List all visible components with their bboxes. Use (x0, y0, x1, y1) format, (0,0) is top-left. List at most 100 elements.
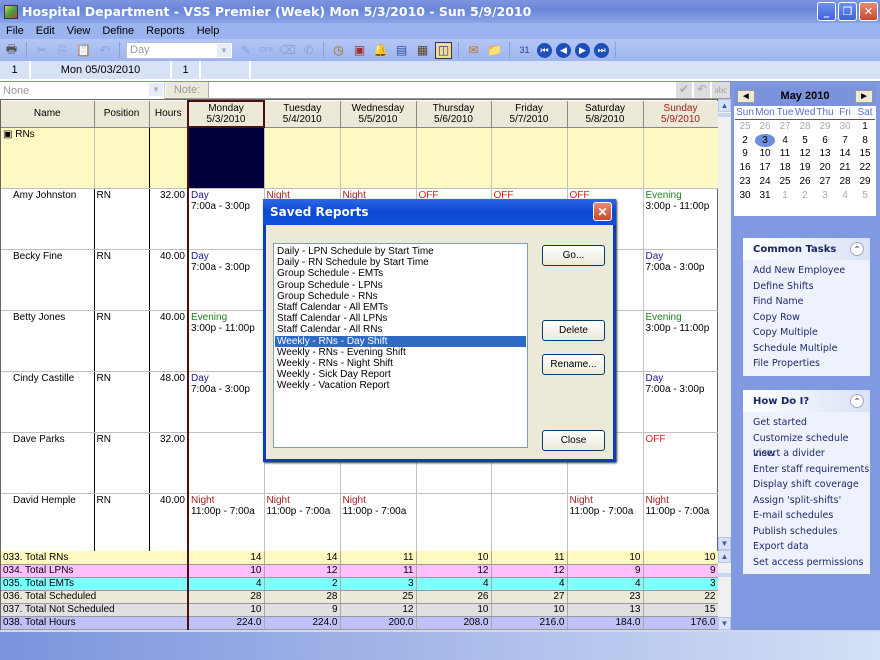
calendar-day[interactable]: 12 (795, 147, 815, 161)
employee-hours[interactable]: 40.00 (149, 310, 189, 372)
shift-cell[interactable]: Evening 3:00p - 11:00p (643, 310, 719, 372)
report-item[interactable]: Daily - LPN Schedule by Start Time (275, 246, 526, 257)
calendar-day[interactable]: 29 (855, 175, 875, 189)
calendar-day[interactable]: 17 (755, 161, 775, 175)
calendar-day[interactable]: 2 (795, 189, 815, 203)
report-item[interactable]: Weekly - RNs - Evening Shift (275, 347, 526, 358)
how-do-i-link[interactable]: Customize schedule view (753, 431, 870, 460)
folder-icon[interactable]: 📁 (486, 42, 503, 59)
employee-hours[interactable]: 48.00 (149, 371, 189, 433)
day-header[interactable]: Tuesday 5/4/2010 (264, 101, 341, 128)
calendar-day[interactable]: 13 (815, 147, 835, 161)
calendar-day[interactable]: 25 (775, 175, 795, 189)
how-do-i-link[interactable]: Display shift coverage (753, 477, 870, 493)
calendar-day[interactable]: 24 (755, 175, 775, 189)
previous-icon[interactable]: ◀ (556, 42, 571, 58)
report-item[interactable]: Group Schedule - RNs (275, 291, 526, 302)
how-do-i-link[interactable]: Export data (753, 539, 870, 555)
grid-icon[interactable]: ▦ (414, 42, 431, 59)
dialog-close-button[interactable]: ✕ (593, 202, 612, 221)
group-day-cell[interactable] (567, 127, 644, 189)
shift-cell[interactable]: Night 11:00p - 7:00a (264, 493, 341, 555)
calendar-day[interactable]: 29 (815, 120, 835, 134)
calendar-day[interactable]: 23 (735, 175, 755, 189)
calendar-day[interactable]: 30 (835, 120, 855, 134)
collapse-icon[interactable]: ⌃ (850, 394, 864, 408)
employee-name[interactable]: Dave Parks (1, 432, 95, 494)
how-do-i-link[interactable]: E-mail schedules (753, 508, 870, 524)
first-icon[interactable]: ⏮ (537, 42, 552, 58)
close-button[interactable]: ✕ (859, 2, 878, 21)
report-item[interactable]: Weekly - Sick Day Report (275, 369, 526, 380)
collapse-icon[interactable]: ⌃ (850, 242, 864, 256)
calendar-day[interactable]: 28 (795, 120, 815, 134)
shift-cell[interactable]: Night 11:00p - 7:00a (340, 493, 417, 555)
shift-combo[interactable]: Day ▼ (126, 41, 233, 59)
eraser-icon[interactable]: ⌫ (279, 42, 296, 59)
shift-cell[interactable]: Day 7:00a - 3:00p (188, 371, 265, 433)
menu-edit[interactable]: Edit (30, 25, 61, 37)
scroll-down-icon[interactable]: ▼ (718, 537, 731, 550)
phone-icon[interactable]: ✆ (300, 42, 317, 59)
calendar-day[interactable]: 26 (795, 175, 815, 189)
calendar-day[interactable]: 31 (755, 189, 775, 203)
totals-scrollbar[interactable]: ▲ ▼ (718, 550, 731, 630)
spellcheck-icon[interactable]: abc (712, 82, 730, 98)
col-header-position[interactable]: Position (94, 101, 150, 128)
scroll-down-icon[interactable]: ▼ (718, 617, 731, 630)
group-day-cell[interactable] (264, 127, 341, 189)
scroll-thumb[interactable] (718, 573, 731, 577)
shift-cell[interactable]: Night 11:00p - 7:00a (188, 493, 265, 555)
calendar-day[interactable]: 27 (815, 175, 835, 189)
employee-hours[interactable]: 40.00 (149, 493, 189, 555)
calendar-day[interactable]: 1 (855, 120, 875, 134)
checkmark-icon[interactable]: ✔ (676, 82, 692, 98)
shift-cell[interactable] (491, 493, 568, 555)
employee-hours[interactable]: 32.00 (149, 432, 189, 494)
calendar-day[interactable]: 19 (795, 161, 815, 175)
calendar-day[interactable]: 5 (795, 134, 815, 148)
employee-name[interactable]: Betty Jones (1, 310, 95, 372)
shift-cell[interactable]: Day 7:00a - 3:00p (643, 371, 719, 433)
print-icon[interactable]: 🖶 (3, 42, 20, 59)
report-item[interactable]: Weekly - RNs - Day Shift (275, 335, 526, 347)
calendar-day[interactable]: 11 (775, 147, 795, 161)
bell-icon[interactable]: 🔔 (372, 42, 389, 59)
employee-position[interactable]: RN (94, 249, 150, 311)
shift-cell[interactable]: Evening 3:00p - 11:00p (188, 310, 265, 372)
how-do-i-link[interactable]: Assign 'split-shifts' (753, 493, 870, 509)
scroll-up-icon[interactable]: ▲ (718, 99, 731, 112)
calendar-day[interactable]: 25 (735, 120, 755, 134)
next-month-button[interactable]: ▶ (855, 89, 873, 103)
day-header[interactable]: Saturday 5/8/2010 (567, 101, 644, 128)
common-task-link[interactable]: Copy Row (753, 310, 870, 326)
calendar-icon[interactable]: 31 (516, 42, 533, 59)
shift-cell[interactable]: OFF (643, 432, 719, 494)
employee-name[interactable]: Cindy Castille (1, 371, 95, 433)
menu-file[interactable]: File (0, 25, 30, 37)
menu-define[interactable]: Define (96, 25, 140, 37)
calendar-day[interactable]: 14 (835, 147, 855, 161)
mail-icon[interactable]: ✉ (465, 42, 482, 59)
dialog-close-btn[interactable]: Close (542, 430, 605, 451)
group-day-cell[interactable] (416, 127, 492, 189)
note-input[interactable] (210, 82, 672, 98)
report-item[interactable]: Group Schedule - EMTs (275, 268, 526, 279)
calendar-day[interactable]: 5 (855, 189, 875, 203)
common-task-link[interactable]: Define Shifts (753, 279, 870, 295)
report-item[interactable]: Staff Calendar - All RNs (275, 324, 526, 335)
group-cell[interactable] (94, 127, 150, 189)
calendar-day[interactable]: 2 (735, 134, 755, 148)
common-task-link[interactable]: File Properties (753, 356, 870, 372)
day-header[interactable]: Monday 5/3/2010 (187, 100, 265, 128)
group-cell[interactable] (149, 127, 189, 189)
calendar-day[interactable]: 3 (755, 133, 775, 148)
calendar-day[interactable]: 28 (835, 175, 855, 189)
shift-cell[interactable]: Night 11:00p - 7:00a (643, 493, 719, 555)
shift-cell[interactable]: Night 11:00p - 7:00a (567, 493, 644, 555)
calendar-day[interactable]: 10 (755, 147, 775, 161)
calendar-day[interactable]: 21 (835, 161, 855, 175)
calendar-day[interactable]: 15 (855, 147, 875, 161)
card-icon[interactable]: ▤ (393, 42, 410, 59)
day-header[interactable]: Thursday 5/6/2010 (416, 101, 492, 128)
